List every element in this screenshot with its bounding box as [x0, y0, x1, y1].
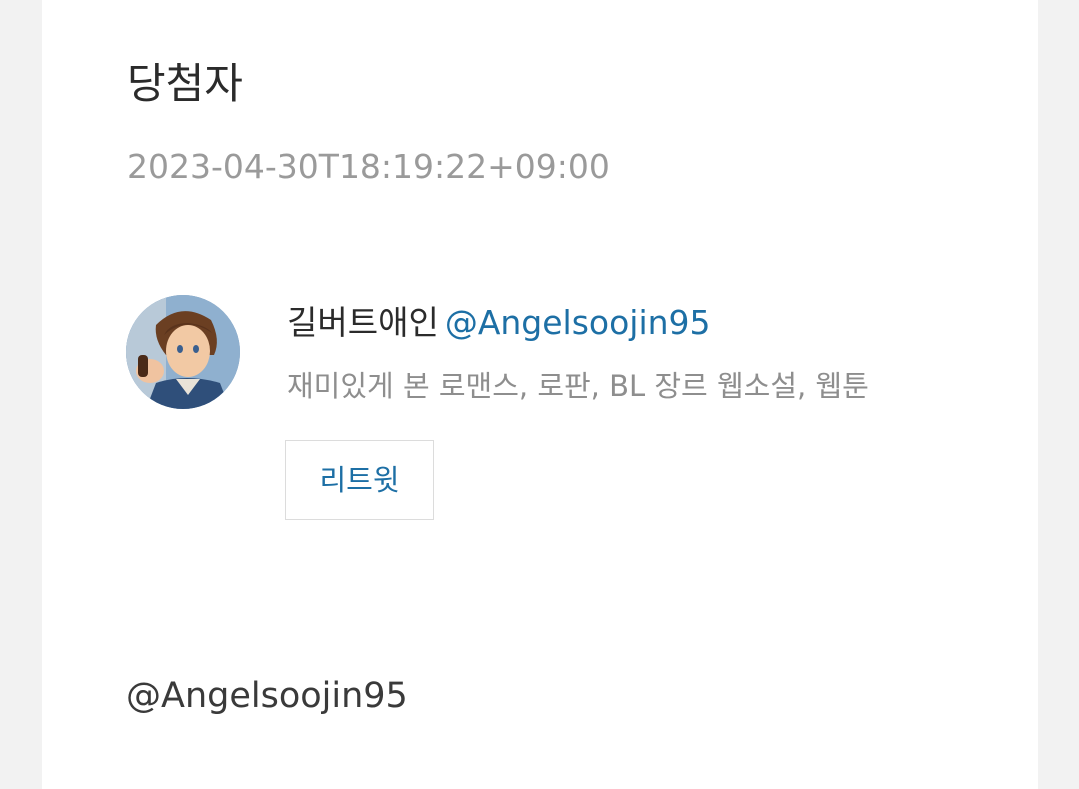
winner-card: 당첨자 2023-04-30T18:19:22+09:00 길버트애인 @Ange… — [42, 0, 1038, 789]
mention-text: @Angelsoojin95 — [126, 676, 408, 716]
user-display-name[interactable]: 길버트애인 — [287, 303, 439, 342]
timestamp: 2023-04-30T18:19:22+09:00 — [127, 147, 610, 186]
profile-avatar-icon — [126, 295, 240, 409]
retweet-button[interactable]: 리트윗 — [285, 440, 434, 520]
user-line: 길버트애인 @Angelsoojin95 — [287, 302, 711, 344]
page-title: 당첨자 — [127, 59, 243, 108]
avatar[interactable] — [126, 295, 240, 409]
user-handle-link[interactable]: @Angelsoojin95 — [445, 303, 711, 342]
user-bio: 재미있게 본 로맨스, 로판, BL 장르 웹소설, 웹툰 — [287, 369, 869, 403]
